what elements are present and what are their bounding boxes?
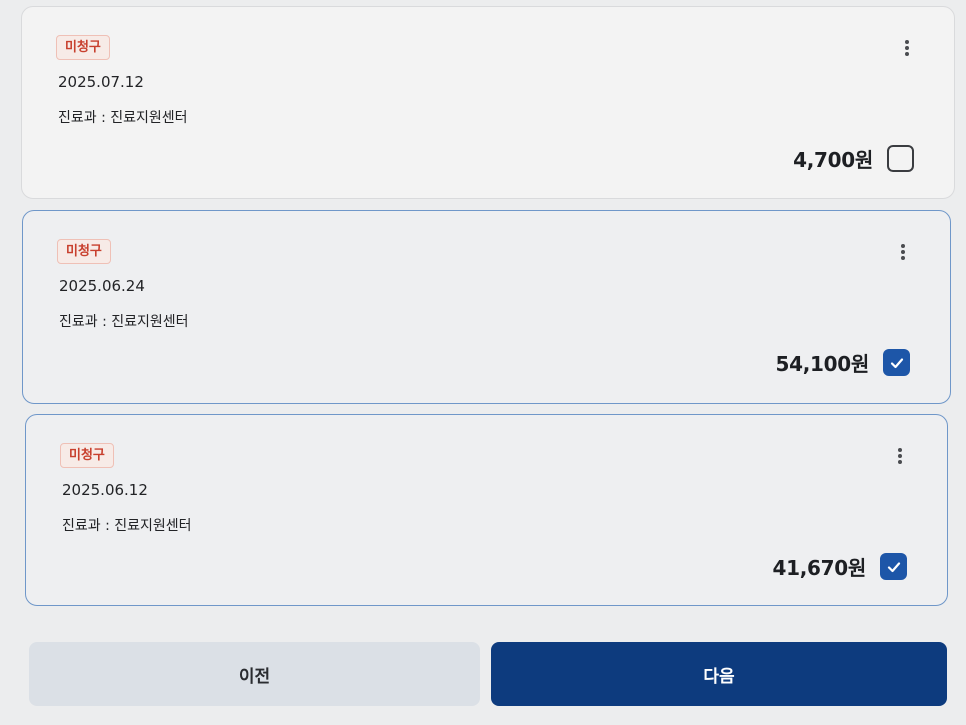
amount-row: 4,700원 (793, 144, 914, 173)
claim-card[interactable]: 미청구 2025.06.24 진료과 : 진료지원센터 54,100원 (22, 210, 951, 404)
check-icon (890, 357, 903, 368)
status-badge: 미청구 (57, 239, 111, 264)
visit-date: 2025.06.24 (59, 277, 145, 295)
more-vertical-icon[interactable] (893, 445, 907, 467)
select-checkbox[interactable] (880, 553, 907, 580)
status-badge: 미청구 (56, 35, 110, 60)
claim-card[interactable]: 미청구 2025.06.12 진료과 : 진료지원센터 41,670원 (25, 414, 948, 606)
claim-selection-screen: 미청구 2025.07.12 진료과 : 진료지원센터 4,700원 미청구 2… (0, 0, 966, 725)
claim-card[interactable]: 미청구 2025.07.12 진료과 : 진료지원센터 4,700원 (21, 6, 955, 199)
next-button[interactable]: 다음 (491, 642, 947, 706)
prev-button[interactable]: 이전 (29, 642, 480, 706)
claim-amount: 4,700원 (793, 148, 873, 172)
amount-row: 54,100원 (776, 348, 910, 377)
status-badge: 미청구 (60, 443, 114, 468)
select-checkbox[interactable] (887, 145, 914, 172)
claim-amount: 41,670원 (772, 556, 867, 580)
amount-row: 41,670원 (773, 552, 907, 581)
department-label: 진료과 : 진료지원센터 (58, 110, 188, 126)
visit-date: 2025.07.12 (58, 73, 144, 91)
claim-amount: 54,100원 (775, 352, 870, 376)
department-label: 진료과 : 진료지원센터 (59, 314, 189, 330)
more-vertical-icon[interactable] (896, 241, 910, 263)
more-vertical-icon[interactable] (900, 37, 914, 59)
visit-date: 2025.06.12 (62, 481, 148, 499)
check-icon (887, 561, 900, 572)
department-label: 진료과 : 진료지원센터 (62, 518, 192, 534)
select-checkbox[interactable] (883, 349, 910, 376)
